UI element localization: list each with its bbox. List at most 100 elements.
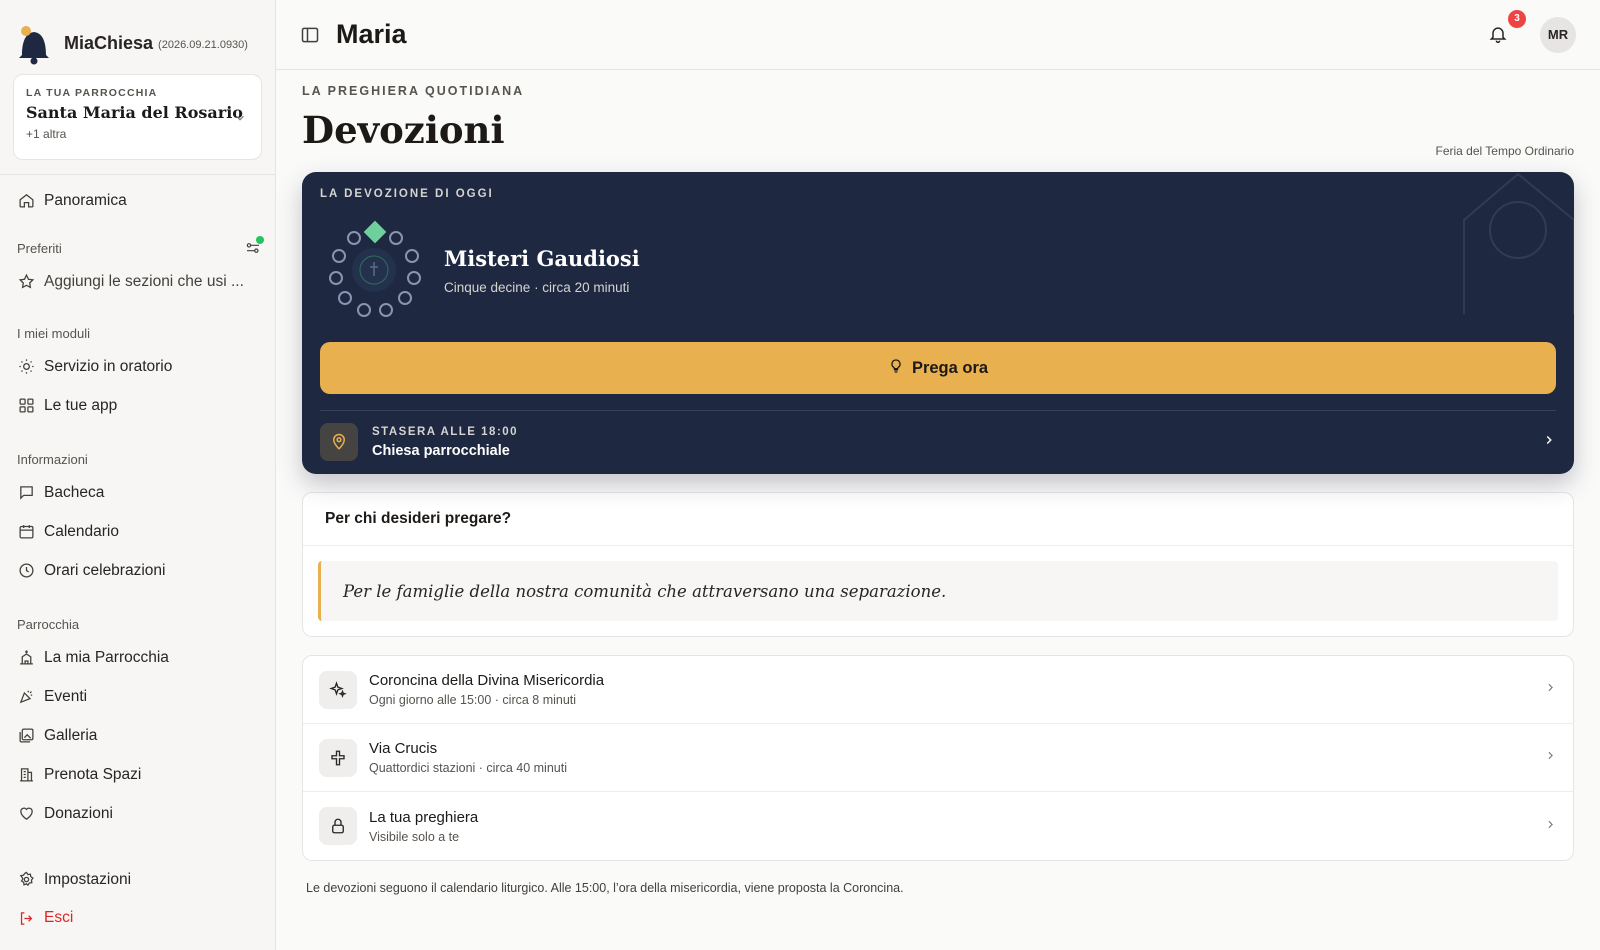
notification-badge: 3	[1508, 9, 1526, 28]
evening-time: STASERA ALLE 18:00	[372, 425, 519, 438]
section-info: Informazioni	[17, 451, 88, 467]
sidebar-item-label: Esci	[44, 909, 74, 926]
footnote: Le devozioni seguono il calendario litur…	[306, 881, 904, 895]
sidebar-toggle-icon[interactable]	[300, 25, 320, 45]
sidebar-item-donations[interactable]: Donazioni	[0, 794, 275, 833]
sidebar-item-book-spaces[interactable]: Prenota Spazi	[0, 755, 275, 794]
topbar: Maria 3 MR	[276, 0, 1600, 70]
home-icon	[17, 192, 35, 210]
sidebar-item-events[interactable]: Eventi	[0, 677, 275, 716]
avatar[interactable]: MR	[1540, 16, 1576, 53]
evening-celebration-link[interactable]: STASERA ALLE 18:00 Chiesa parrocchiale	[320, 422, 1556, 462]
clock-icon	[17, 562, 35, 580]
section-title: Preferiti	[17, 240, 62, 256]
church-outline-icon	[1463, 172, 1574, 314]
intention-question: Per chi desideri pregare?	[303, 493, 1573, 546]
sidebar-item-label: Aggiungi le sezioni che usi ...	[44, 272, 244, 290]
church-icon	[17, 649, 35, 667]
pray-now-label: Prega ora	[911, 358, 989, 377]
sidebar-item-overview[interactable]: Panoramica	[0, 181, 275, 220]
sidebar-item-settings[interactable]: Impostazioni	[0, 862, 275, 897]
message-icon	[17, 484, 35, 502]
devotions-page: LA PREGHIERA QUOTIDIANA Devozioni Feria …	[276, 70, 1600, 895]
prayer-intention-card: Per chi desideri pregare? Per le famigli…	[302, 492, 1574, 637]
logout-icon	[17, 909, 35, 927]
section-modules: I miei moduli	[17, 325, 90, 341]
intention-text[interactable]: Per le famiglie della nostra comunità ch…	[318, 561, 1558, 621]
sidebar-item-my-parish[interactable]: La mia Parrocchia	[0, 638, 275, 677]
bell-logo-icon	[16, 23, 52, 65]
sidebar-item-label: Eventi	[44, 687, 88, 705]
devotion-subtitle: Cinque decine · circa 20 minuti	[444, 280, 630, 295]
building-icon	[17, 766, 35, 784]
party-icon	[17, 688, 35, 706]
sidebar-item-board[interactable]: Bacheca	[0, 473, 275, 512]
app-name: MiaChiesa	[64, 32, 154, 53]
sidebar-item-add-favorites[interactable]: Aggiungi le sezioni che usi ...	[0, 262, 275, 301]
map-pin-icon	[320, 423, 358, 461]
cross-icon	[319, 738, 357, 777]
devotion-detail: Quattordici stazioni · circa 40 minuti	[369, 761, 567, 775]
today-devotion-card: LA DEVOZIONE DI OGGI Misteri Gaudiosi Ci…	[302, 172, 1574, 474]
gear-icon	[17, 871, 35, 889]
chevron-down-icon	[233, 111, 247, 129]
sparkles-icon	[319, 670, 357, 709]
sidebar-item-label: Le tue app	[44, 396, 118, 414]
devotion-detail: Visibile solo a te	[369, 829, 460, 844]
hero-kicker: LA DEVOZIONE DI OGGI	[320, 188, 494, 200]
page-title: Devozioni	[302, 108, 505, 152]
sidebar-item-label: Servizio in oratorio	[44, 357, 173, 375]
devotion-name: Coroncina della Divina Misericordia	[369, 672, 605, 689]
sidebar-item-label: Orari celebrazioni	[44, 561, 166, 579]
sidebar: MiaChiesa (2026.09.21.0930) LA TUA PARRO…	[0, 0, 276, 950]
sidebar-item-apps[interactable]: Le tue app	[0, 386, 275, 425]
devotions-list: Coroncina della Divina Misericordia Ogni…	[302, 655, 1574, 861]
parish-name: Santa Maria del Rosario	[26, 103, 243, 122]
section-favorites: Preferiti	[0, 234, 275, 262]
devotion-title: Misteri Gaudiosi	[444, 246, 640, 271]
list-item[interactable]: Coroncina della Divina Misericordia Ogni…	[303, 656, 1573, 724]
devotion-name: Via Crucis	[369, 740, 438, 757]
liturgical-day: Feria del Tempo Ordinario	[1435, 144, 1574, 158]
images-icon	[17, 727, 35, 745]
hero-divider	[320, 410, 1556, 411]
star-icon	[17, 273, 35, 291]
page-kicker: LA PREGHIERA QUOTIDIANA	[302, 84, 525, 98]
list-item[interactable]: Via Crucis Quattordici stazioni · circa …	[303, 724, 1573, 792]
list-item[interactable]: La tua preghiera Visibile solo a te	[303, 792, 1573, 860]
lightbulb-icon	[888, 358, 912, 379]
chevron-right-icon	[1544, 749, 1557, 766]
grid-icon	[17, 397, 35, 415]
page-heading: Maria	[336, 19, 407, 49]
sidebar-item-label: Galleria	[44, 726, 98, 744]
app-version: (2026.09.21.0930)	[158, 38, 248, 51]
sun-icon	[17, 358, 35, 376]
main-content: Maria 3 MR LA PREGHIERA QUOTIDIANA Devoz…	[276, 0, 1600, 950]
sidebar-item-calendar[interactable]: Calendario	[0, 512, 275, 551]
rosary-icon	[329, 220, 421, 317]
bell-icon	[1488, 26, 1508, 48]
notifications-button[interactable]: 3	[1488, 9, 1526, 48]
sidebar-item-schedule[interactable]: Orari celebrazioni	[0, 551, 275, 590]
customize-favorites-icon[interactable]	[245, 236, 264, 259]
app: MiaChiesa (2026.09.21.0930) LA TUA PARRO…	[0, 0, 1600, 950]
sidebar-item-logout[interactable]: Esci	[0, 897, 275, 939]
devotion-detail: Ogni giorno alle 15:00 · circa 8 minuti	[369, 693, 577, 707]
sidebar-item-label: Impostazioni	[44, 870, 132, 888]
chevron-right-icon	[1544, 818, 1557, 835]
devotion-name: La tua preghiera	[369, 808, 479, 826]
calendar-icon	[17, 523, 35, 541]
chevron-right-icon	[1544, 681, 1557, 698]
sidebar-item-label: Donazioni	[44, 804, 113, 822]
parish-selector[interactable]: LA TUA PARROCCHIA Santa Maria del Rosari…	[13, 74, 262, 160]
chevron-right-icon	[1542, 433, 1556, 451]
heart-icon	[17, 805, 35, 823]
sidebar-item-label: Panoramica	[44, 191, 127, 209]
pray-now-button[interactable]: Prega ora	[320, 342, 1556, 394]
sidebar-item-label: Calendario	[44, 522, 119, 540]
sidebar-item-oratory[interactable]: Servizio in oratorio	[0, 347, 275, 386]
sidebar-item-label: Prenota Spazi	[44, 765, 142, 783]
section-parish: Parrocchia	[17, 616, 80, 632]
sidebar-item-gallery[interactable]: Galleria	[0, 716, 275, 755]
parish-more: +1 altra	[26, 127, 67, 141]
